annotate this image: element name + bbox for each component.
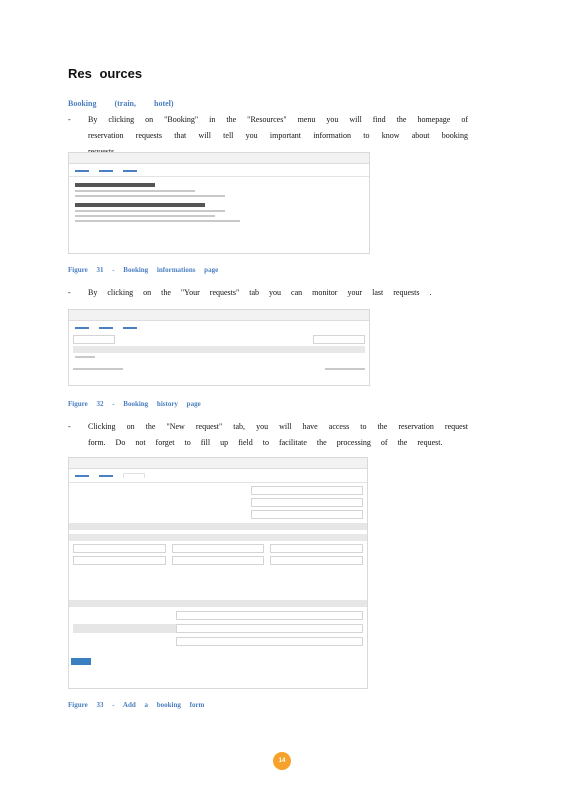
form-row	[73, 544, 364, 553]
table-footer	[73, 368, 365, 370]
bullet-item: - Clicking on the "New request" tab, you…	[68, 419, 468, 451]
screenshot-titlebar	[69, 458, 367, 469]
form-section-header	[69, 523, 367, 530]
screenshot-tabs	[69, 469, 367, 483]
page-number: 14	[273, 752, 291, 770]
form-field	[171, 544, 265, 553]
figure-caption: Figure 33 - Add a booking form	[68, 701, 205, 709]
subsection-heading: Booking (train, hotel)	[68, 99, 174, 108]
form-field	[270, 544, 364, 553]
pagination	[325, 368, 365, 370]
form-field	[251, 486, 363, 495]
bullet-dash: -	[68, 115, 71, 124]
table-row	[75, 356, 95, 358]
form-row	[73, 611, 363, 620]
booking-history-screenshot	[68, 309, 370, 386]
bullet-dash: -	[68, 288, 71, 297]
form-row	[73, 624, 363, 633]
form-row	[73, 510, 363, 519]
form-bottom	[73, 611, 363, 646]
table-header	[73, 346, 365, 353]
form-field	[176, 611, 363, 620]
search-input	[313, 335, 365, 344]
bullet-text: Clicking on the "New request" tab, you w…	[88, 422, 468, 447]
form-field	[176, 637, 363, 646]
form-field	[171, 556, 265, 565]
bullet-item: - By clicking on the "Your requests" tab…	[68, 285, 468, 301]
form-field	[73, 544, 166, 553]
screenshot-heading	[75, 183, 155, 187]
screenshot-text-line	[75, 210, 225, 212]
form-field	[251, 510, 363, 519]
table-controls	[73, 335, 365, 344]
entries-select	[73, 335, 115, 344]
form-field	[251, 498, 363, 507]
figure-caption: Figure 31 - Booking informations page	[68, 266, 219, 274]
form-row	[73, 498, 363, 507]
screenshot-heading	[75, 203, 205, 207]
form-row	[73, 486, 363, 495]
form-table-header	[69, 534, 367, 541]
booking-info-screenshot	[68, 152, 370, 254]
form-row	[73, 637, 363, 646]
form-spacer	[69, 568, 367, 596]
form-field	[270, 556, 364, 565]
bullet-text: By clicking on the "Your requests" tab y…	[88, 288, 432, 297]
screenshot-text-line	[75, 195, 225, 197]
form-field	[73, 556, 166, 565]
screenshot-text-line	[75, 190, 195, 192]
screenshot-tabs	[69, 321, 369, 333]
submit-button	[71, 658, 91, 665]
screenshot-tabs	[69, 164, 369, 177]
form-field	[176, 624, 363, 633]
screenshot-text-line	[75, 215, 215, 217]
screenshot-titlebar	[69, 153, 369, 164]
form-section-header	[69, 600, 367, 607]
screenshot-titlebar	[69, 310, 369, 321]
form-top	[73, 486, 363, 519]
table-info	[73, 368, 123, 370]
booking-form-screenshot	[68, 457, 368, 689]
figure-caption: Figure 32 - Booking history page	[68, 400, 201, 408]
bullet-dash: -	[68, 422, 71, 431]
section-heading: Res ources	[68, 66, 143, 81]
screenshot-text-line	[75, 220, 240, 222]
form-row	[73, 556, 364, 565]
